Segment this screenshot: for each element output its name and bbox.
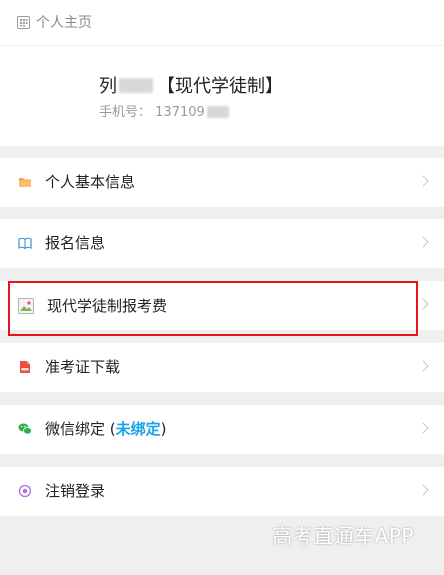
- chevron-right-icon: [417, 175, 429, 187]
- book-icon: [18, 237, 32, 250]
- phone-label: 手机号：: [99, 105, 152, 120]
- page-title: 个人主页: [36, 15, 92, 31]
- menu-item-label: 准考证下载: [45, 358, 121, 376]
- watermark: 高考直通车APP: [272, 524, 414, 548]
- folder-icon: [19, 178, 31, 187]
- phone-redaction: [206, 105, 229, 118]
- chevron-right-icon: [417, 484, 429, 496]
- name-redaction: [119, 78, 153, 93]
- section-gap: [0, 268, 444, 281]
- highlight-box: [8, 281, 418, 336]
- menu-item-label: 微信绑定 (未绑定): [45, 420, 167, 438]
- menu-item-label: 报名信息: [45, 234, 106, 252]
- phone-line: 手机号： 137109: [99, 104, 229, 122]
- menu-item-label: 注销登录: [45, 482, 106, 500]
- pdf-icon: [20, 361, 30, 373]
- chevron-right-icon: [417, 360, 429, 372]
- section-gap: [0, 146, 444, 158]
- menu-item-registration-info[interactable]: 报名信息: [0, 219, 444, 268]
- logout-icon: [18, 484, 32, 498]
- section-gap: [0, 454, 444, 467]
- chevron-right-icon: [417, 422, 429, 434]
- section-gap: [0, 392, 444, 405]
- wechat-icon: [18, 423, 32, 435]
- menu-item-basic-info[interactable]: 个人基本信息: [0, 158, 444, 207]
- grid-icon: [17, 16, 30, 29]
- menu-item-label: 个人基本信息: [45, 173, 136, 191]
- profile-name: 列: [99, 76, 117, 97]
- menu-item-admission-ticket-download[interactable]: 准考证下载: [0, 343, 444, 392]
- chevron-right-icon: [417, 236, 429, 248]
- section-gap: [0, 207, 444, 219]
- profile-card: 列 【现代学徒制】 手机号： 137109: [0, 46, 444, 146]
- program-tag: 【现代学徒制】: [157, 76, 283, 97]
- phone-value: 137109: [155, 105, 205, 120]
- menu-item-logout[interactable]: 注销登录: [0, 467, 444, 516]
- top-bar: 个人主页: [0, 0, 444, 46]
- profile-name-line: 列 【现代学徒制】: [99, 76, 283, 98]
- chevron-right-icon: [417, 298, 429, 310]
- menu-item-wechat-binding[interactable]: 微信绑定 (未绑定): [0, 405, 444, 454]
- wechat-status: 未绑定: [115, 420, 161, 438]
